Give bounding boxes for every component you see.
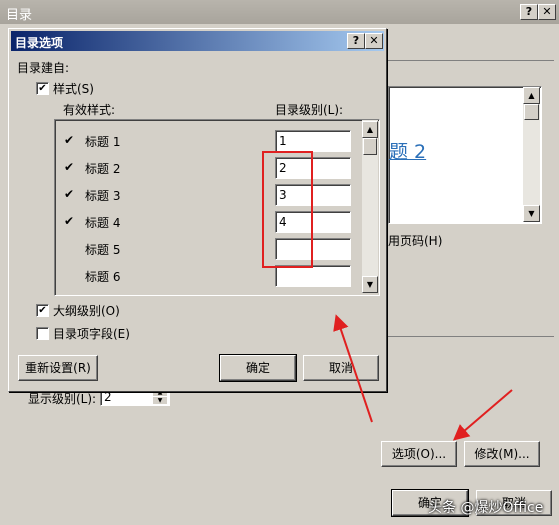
arrow-to-options <box>452 389 513 441</box>
arrow-to-dialog <box>333 314 373 423</box>
annotation-arrows <box>333 314 513 441</box>
